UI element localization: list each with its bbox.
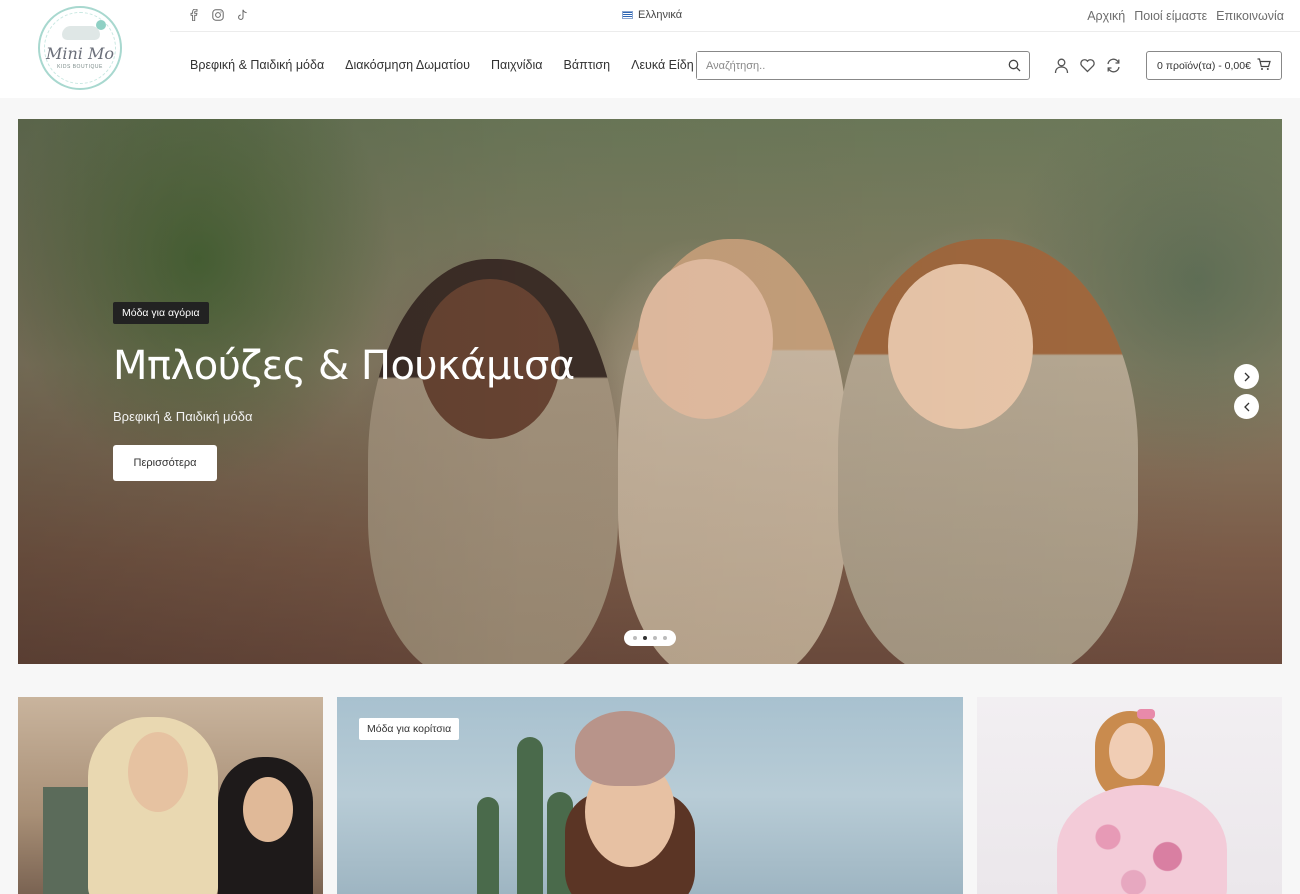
search-input[interactable] xyxy=(697,52,987,79)
site-header: Mini Mo KIDS BOUTIQUE Ελληνικά Αρχική Πο… xyxy=(0,0,1300,98)
slider-next-button[interactable] xyxy=(1234,364,1259,389)
language-label: Ελληνικά xyxy=(638,9,683,21)
compare-icon[interactable] xyxy=(1105,57,1122,74)
slider-dot-4[interactable] xyxy=(663,636,667,640)
toplink-about[interactable]: Ποιοί είμαστε xyxy=(1134,9,1207,23)
nav-item-room-decor[interactable]: Διακόσμηση Δωματίου xyxy=(345,58,470,72)
toplink-contact[interactable]: Επικοινωνία xyxy=(1216,9,1284,23)
hero-subtitle: Βρεφική & Παιδική μόδα xyxy=(113,409,253,424)
nav-item-toys[interactable]: Παιχνίδια xyxy=(491,58,543,72)
language-selector[interactable]: Ελληνικά xyxy=(622,9,682,21)
slider-prev-button[interactable] xyxy=(1234,394,1259,419)
cart-label: 0 προϊόν(τα) - 0,00€ xyxy=(1157,59,1251,72)
user-icon[interactable] xyxy=(1053,57,1070,74)
banner-image-dress xyxy=(1057,785,1227,894)
cart-button[interactable]: 0 προϊόν(τα) - 0,00€ xyxy=(1146,51,1282,80)
slider-dot-2[interactable] xyxy=(643,636,647,640)
logo-name: Mini Mo xyxy=(45,43,115,63)
slider-dot-1[interactable] xyxy=(633,636,637,640)
greek-flag-icon xyxy=(622,11,633,19)
logo[interactable]: Mini Mo KIDS BOUTIQUE xyxy=(38,6,122,90)
search-box xyxy=(696,51,1030,80)
top-bar: Ελληνικά Αρχική Ποιοί είμαστε Επικοινωνί… xyxy=(170,0,1300,32)
banner-girls-dress[interactable] xyxy=(977,697,1282,894)
slider-dot-3[interactable] xyxy=(653,636,657,640)
hero-overlay xyxy=(18,119,1282,664)
nav-item-baptism[interactable]: Βάπτιση xyxy=(564,58,611,72)
header-icons xyxy=(1053,57,1122,74)
banner-image-cactus xyxy=(517,737,543,894)
banner-category-badge: Μόδα για κορίτσια xyxy=(359,718,460,740)
chevron-left-icon xyxy=(1243,402,1249,411)
nav-item-linens[interactable]: Λευκά Είδη xyxy=(631,58,694,72)
heart-icon[interactable] xyxy=(1079,57,1096,74)
main-nav: Βρεφική & Παιδική μόδα Διακόσμηση Δωματί… xyxy=(190,58,694,72)
slider-pagination xyxy=(624,630,676,646)
top-links: Αρχική Ποιοί είμαστε Επικοινωνία xyxy=(1087,9,1284,23)
hero-more-button[interactable]: Περισσότερα xyxy=(113,445,217,481)
chevron-right-icon xyxy=(1244,372,1250,381)
toplink-home[interactable]: Αρχική xyxy=(1087,9,1125,23)
banner-image-face-2 xyxy=(243,777,293,842)
social-links xyxy=(188,9,248,21)
banner-girls-fashion-1[interactable] xyxy=(18,697,323,894)
banner-image-face xyxy=(1109,723,1153,779)
hero-slider: Μόδα για αγόρια Μπλούζες & Πουκάμισα Βρε… xyxy=(18,119,1282,664)
nav-item-fashion[interactable]: Βρεφική & Παιδική μόδα xyxy=(190,58,324,72)
facebook-icon[interactable] xyxy=(188,9,200,21)
logo-bunny-icon xyxy=(62,20,106,40)
logo-tagline: KIDS BOUTIQUE xyxy=(57,63,103,70)
hero-category-badge: Μόδα για αγόρια xyxy=(113,302,209,324)
banner-image-face-1 xyxy=(128,732,188,812)
banner-image-turban xyxy=(575,711,675,786)
search-icon[interactable] xyxy=(1008,59,1021,72)
banner-girls-fashion-2[interactable]: Μόδα για κορίτσια xyxy=(337,697,963,894)
banner-image-bow xyxy=(1137,709,1155,719)
banner-image-cactus xyxy=(477,797,499,894)
instagram-icon[interactable] xyxy=(212,9,224,21)
cart-icon xyxy=(1257,57,1271,74)
hero-title: Μπλούζες & Πουκάμισα xyxy=(113,343,575,389)
tiktok-icon[interactable] xyxy=(236,9,248,21)
